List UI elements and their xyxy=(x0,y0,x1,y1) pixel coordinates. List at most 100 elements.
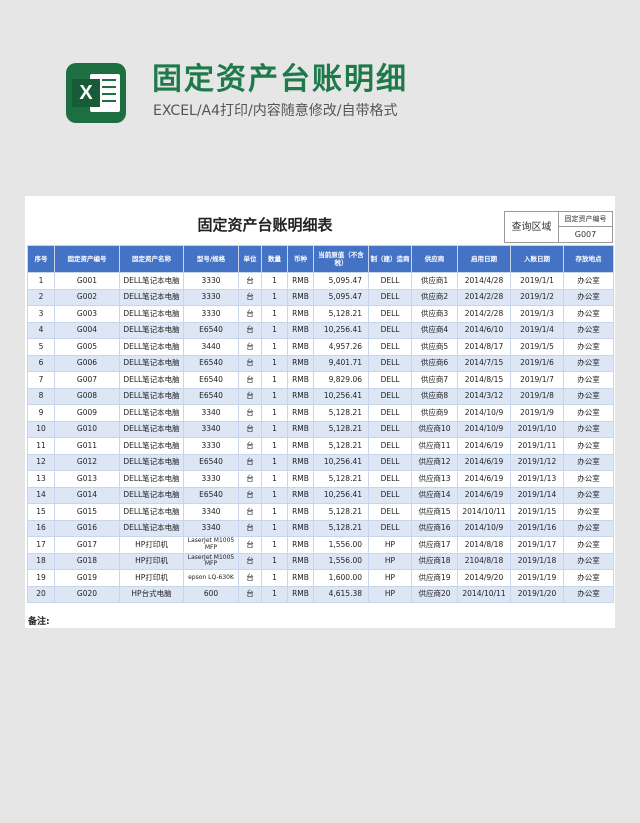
table-cell[interactable]: 1 xyxy=(261,453,288,471)
table-cell[interactable]: DELL笔记本电脑 xyxy=(119,519,184,537)
table-cell[interactable]: 办公室 xyxy=(563,371,614,389)
table-cell[interactable]: DELL xyxy=(368,470,412,488)
table-cell[interactable]: 2019/1/13 xyxy=(510,470,564,488)
table-cell[interactable]: 5,128.21 xyxy=(313,437,369,455)
table-cell[interactable]: 2019/1/11 xyxy=(510,437,564,455)
table-cell[interactable]: 5,095.47 xyxy=(313,272,369,290)
table-cell[interactable]: 2019/1/15 xyxy=(510,503,564,521)
table-cell[interactable]: 2019/1/10 xyxy=(510,420,564,438)
table-cell[interactable]: 办公室 xyxy=(563,437,614,455)
table-cell[interactable]: RMB xyxy=(287,503,314,521)
table-cell[interactable]: G004 xyxy=(54,321,120,339)
table-cell[interactable]: 4 xyxy=(27,321,55,339)
table-cell[interactable]: RMB xyxy=(287,321,314,339)
table-cell[interactable]: 2014/2/28 xyxy=(457,305,511,323)
table-cell[interactable]: 15 xyxy=(27,503,55,521)
table-cell[interactable]: 3330 xyxy=(183,305,239,323)
table-cell[interactable]: 2019/1/19 xyxy=(510,569,564,587)
table-cell[interactable]: HP打印机 xyxy=(119,552,184,570)
table-cell[interactable]: 19 xyxy=(27,569,55,587)
table-cell[interactable]: 供应商19 xyxy=(411,569,458,587)
table-cell[interactable]: DELL笔记本电脑 xyxy=(119,453,184,471)
table-cell[interactable]: 3330 xyxy=(183,272,239,290)
table-cell[interactable]: 17 xyxy=(27,536,55,554)
table-cell[interactable]: 台 xyxy=(238,437,262,455)
query-value-cell[interactable]: G007 xyxy=(558,226,613,243)
table-cell[interactable]: 2019/1/3 xyxy=(510,305,564,323)
table-cell[interactable]: 2014/10/11 xyxy=(457,503,511,521)
table-cell[interactable]: 1 xyxy=(261,437,288,455)
table-cell[interactable]: G012 xyxy=(54,453,120,471)
table-cell[interactable]: 2014/6/10 xyxy=(457,321,511,339)
table-cell[interactable]: 1 xyxy=(261,371,288,389)
table-cell[interactable]: 1,556.00 xyxy=(313,552,369,570)
table-cell[interactable]: G016 xyxy=(54,519,120,537)
table-cell[interactable]: 2019/1/1 xyxy=(510,272,564,290)
table-cell[interactable]: 办公室 xyxy=(563,585,614,603)
table-cell[interactable]: G011 xyxy=(54,437,120,455)
table-cell[interactable]: G009 xyxy=(54,404,120,422)
table-cell[interactable]: 2019/1/16 xyxy=(510,519,564,537)
table-cell[interactable]: RMB xyxy=(287,536,314,554)
table-cell[interactable]: 供应商2 xyxy=(411,288,458,306)
table-cell[interactable]: 供应商20 xyxy=(411,585,458,603)
table-cell[interactable]: RMB xyxy=(287,569,314,587)
table-cell[interactable]: G001 xyxy=(54,272,120,290)
table-cell[interactable]: E6540 xyxy=(183,453,239,471)
table-cell[interactable]: 2019/1/9 xyxy=(510,404,564,422)
table-cell[interactable]: 20 xyxy=(27,585,55,603)
table-cell[interactable]: HP台式电脑 xyxy=(119,585,184,603)
table-cell[interactable]: 1,556.00 xyxy=(313,536,369,554)
table-cell[interactable]: RMB xyxy=(287,486,314,504)
table-cell[interactable]: RMB xyxy=(287,437,314,455)
table-cell[interactable]: 3330 xyxy=(183,437,239,455)
table-cell[interactable]: epson LQ-630K xyxy=(183,569,239,587)
table-cell[interactable]: G017 xyxy=(54,536,120,554)
table-cell[interactable]: 供应商4 xyxy=(411,321,458,339)
table-cell[interactable]: 办公室 xyxy=(563,338,614,356)
table-cell[interactable]: 2014/10/9 xyxy=(457,404,511,422)
table-cell[interactable]: G002 xyxy=(54,288,120,306)
table-cell[interactable]: G008 xyxy=(54,387,120,405)
table-cell[interactable]: 10,256.41 xyxy=(313,453,369,471)
table-cell[interactable]: DELL xyxy=(368,404,412,422)
table-cell[interactable]: 1 xyxy=(261,288,288,306)
table-cell[interactable]: 供应商9 xyxy=(411,404,458,422)
table-cell[interactable]: 9,829.06 xyxy=(313,371,369,389)
table-cell[interactable]: 2014/8/17 xyxy=(457,338,511,356)
table-cell[interactable]: 台 xyxy=(238,569,262,587)
table-cell[interactable]: 2014/10/11 xyxy=(457,585,511,603)
table-cell[interactable]: RMB xyxy=(287,272,314,290)
table-cell[interactable]: 1 xyxy=(261,552,288,570)
table-cell[interactable]: 6 xyxy=(27,354,55,372)
table-cell[interactable]: 台 xyxy=(238,552,262,570)
table-cell[interactable]: 10,256.41 xyxy=(313,321,369,339)
table-cell[interactable]: G005 xyxy=(54,338,120,356)
table-cell[interactable]: 16 xyxy=(27,519,55,537)
table-cell[interactable]: 3 xyxy=(27,305,55,323)
table-cell[interactable]: 供应商18 xyxy=(411,552,458,570)
table-cell[interactable]: 台 xyxy=(238,536,262,554)
table-cell[interactable]: 供应商16 xyxy=(411,519,458,537)
table-cell[interactable]: 台 xyxy=(238,470,262,488)
table-cell[interactable]: 1 xyxy=(261,503,288,521)
table-cell[interactable]: G013 xyxy=(54,470,120,488)
table-cell[interactable]: 办公室 xyxy=(563,569,614,587)
table-cell[interactable]: G010 xyxy=(54,420,120,438)
table-cell[interactable]: 供应商13 xyxy=(411,470,458,488)
table-cell[interactable]: RMB xyxy=(287,404,314,422)
table-cell[interactable]: HP打印机 xyxy=(119,569,184,587)
table-cell[interactable]: 办公室 xyxy=(563,387,614,405)
table-cell[interactable]: 3340 xyxy=(183,404,239,422)
table-cell[interactable]: 供应商7 xyxy=(411,371,458,389)
table-cell[interactable]: 3330 xyxy=(183,288,239,306)
table-cell[interactable]: 2014/6/19 xyxy=(457,437,511,455)
table-cell[interactable]: 供应商8 xyxy=(411,387,458,405)
table-cell[interactable]: HP xyxy=(368,585,412,603)
table-cell[interactable]: RMB xyxy=(287,420,314,438)
table-cell[interactable]: 2019/1/20 xyxy=(510,585,564,603)
table-cell[interactable]: 2014/7/15 xyxy=(457,354,511,372)
table-cell[interactable]: 13 xyxy=(27,470,55,488)
table-cell[interactable]: 供应商17 xyxy=(411,536,458,554)
table-cell[interactable]: DELL笔记本电脑 xyxy=(119,338,184,356)
